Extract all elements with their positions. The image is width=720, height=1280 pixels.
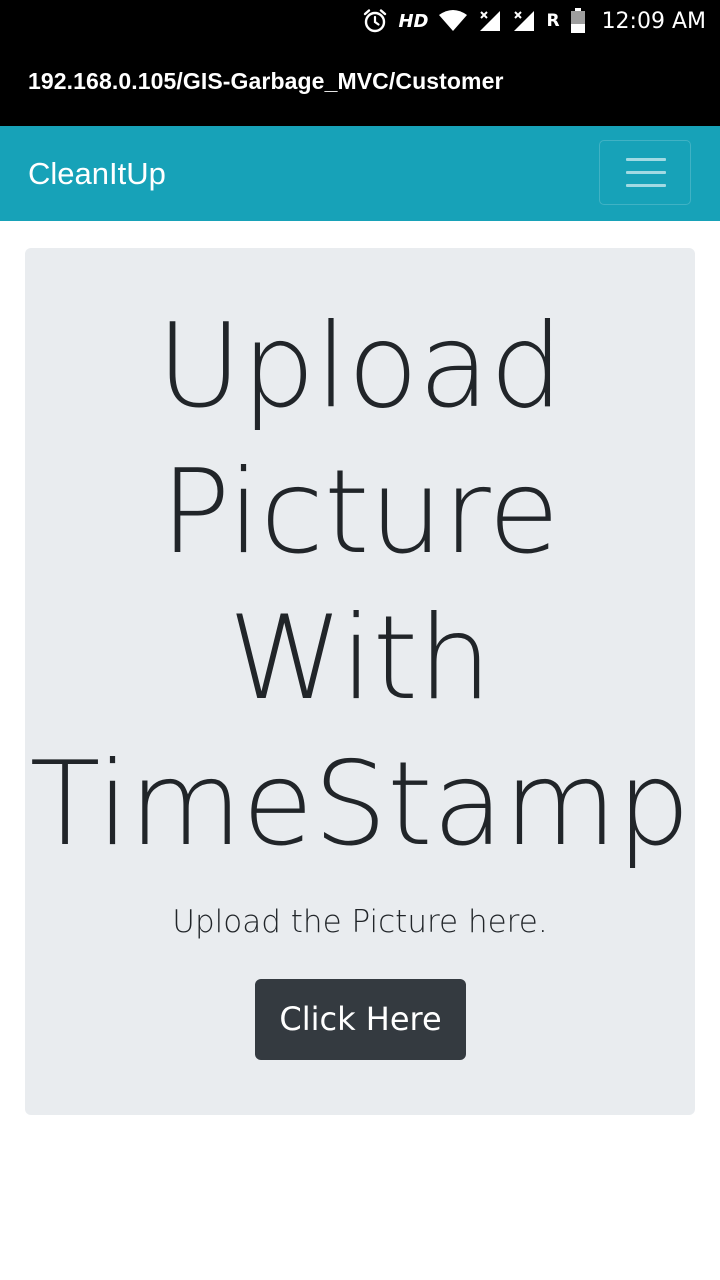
hd-label: HD xyxy=(398,10,429,32)
clock: 12:09 AM xyxy=(601,8,706,34)
heading-line: TimeStamp xyxy=(29,737,691,872)
heading-line: Upload xyxy=(156,299,564,434)
heading-line: Picture xyxy=(160,445,560,580)
heading-line: With xyxy=(228,591,492,726)
navbar-toggler-button[interactable] xyxy=(599,140,691,205)
wifi-icon xyxy=(438,9,468,33)
battery-icon xyxy=(570,8,586,34)
url-text[interactable]: 192.168.0.105/GIS-Garbage_MVC/Customer xyxy=(28,68,504,95)
status-icons: HD R 12:09 AM xyxy=(362,0,706,42)
jumbotron: Upload Picture With TimeStamp Upload the… xyxy=(25,248,695,1115)
navbar: CleanItUp xyxy=(0,126,720,221)
signal-icon xyxy=(478,9,502,33)
navbar-brand[interactable]: CleanItUp xyxy=(28,156,166,192)
alarm-icon xyxy=(362,8,388,34)
page-heading: Upload Picture With TimeStamp xyxy=(25,294,695,878)
signal-icon xyxy=(512,9,536,33)
click-here-button[interactable]: Click Here xyxy=(255,979,466,1060)
browser-url-bar[interactable]: 192.168.0.105/GIS-Garbage_MVC/Customer xyxy=(0,42,720,126)
roaming-label: R xyxy=(546,11,560,31)
status-bar: HD R 12:09 AM xyxy=(0,0,720,42)
lead-text: Upload the Picture here. xyxy=(172,904,548,940)
